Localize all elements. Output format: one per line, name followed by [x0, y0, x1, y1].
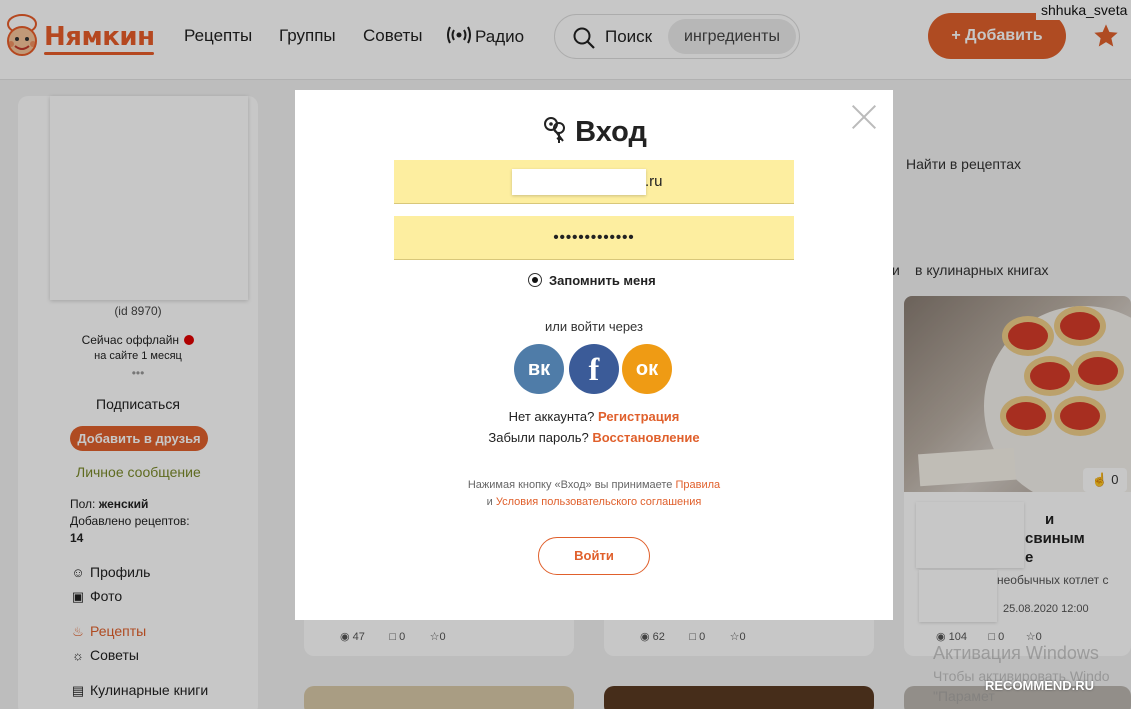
terms-prefix: Нажимая кнопку «Вход» вы принимаете: [467, 479, 673, 491]
no-account-text: Нет аккаунта?: [508, 409, 595, 424]
user-agreement-link[interactable]: Условия пользовательского соглашения: [496, 496, 702, 508]
no-account-row: Нет аккаунта? Регистрация: [295, 409, 893, 424]
restore-link[interactable]: Восстановление: [592, 430, 699, 445]
vk-icon: вк: [527, 358, 551, 380]
modal-title-text: Вход: [575, 116, 647, 148]
recommend-watermark: RECOMMEND.RU: [985, 678, 1095, 693]
login-button[interactable]: Войти: [538, 537, 650, 575]
password-field[interactable]: •••••••••••••: [394, 216, 794, 260]
odnoklassniki-login-button[interactable]: ок: [622, 344, 672, 394]
keys-icon: [544, 117, 566, 143]
forgot-password-text: Забыли пароль?: [488, 430, 589, 445]
forgot-password-row: Забыли пароль? Восстановление: [295, 430, 893, 445]
redacted-email: [512, 169, 646, 195]
rules-link[interactable]: Правила: [676, 479, 721, 491]
odnoklassniki-icon: ок: [635, 358, 659, 380]
terms-and: и: [486, 496, 493, 508]
login-modal: Вход .ru ••••••••••••• Запомнить меня ил…: [295, 90, 893, 620]
email-field[interactable]: .ru: [394, 160, 794, 204]
terms-line-2: и Условия пользовательского соглашения: [295, 496, 893, 508]
terms-line-1: Нажимая кнопку «Вход» вы принимаете Прав…: [295, 479, 893, 491]
email-suffix: .ru: [645, 173, 663, 190]
facebook-login-button[interactable]: f: [569, 344, 619, 394]
remember-me-radio[interactable]: [528, 273, 542, 287]
remember-me-option[interactable]: Запомнить меня: [528, 273, 656, 288]
remember-me-label: Запомнить меня: [549, 273, 656, 288]
register-link[interactable]: Регистрация: [598, 409, 679, 424]
or-login-via: или войти через: [545, 319, 643, 334]
windows-activation-title: Активация Windows: [933, 643, 1099, 663]
facebook-icon: f: [588, 351, 600, 387]
vk-login-button[interactable]: вк: [514, 344, 564, 394]
modal-title: Вход: [295, 115, 893, 149]
